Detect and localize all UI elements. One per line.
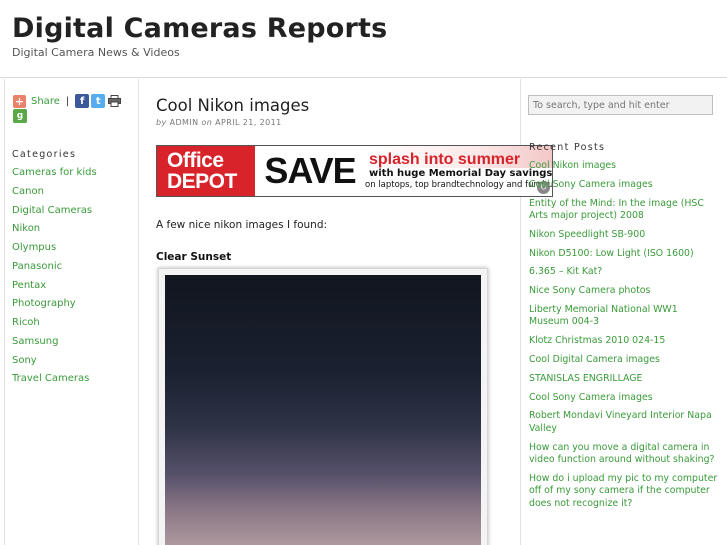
recent-post-link[interactable]: Cool Digital Camera images xyxy=(529,354,719,366)
recent-post-link[interactable]: Nice Sony Camera photos xyxy=(529,285,719,297)
site-title[interactable]: Digital Cameras Reports xyxy=(12,13,387,44)
category-link[interactable]: Pentax xyxy=(12,280,97,299)
ad-laptops-text: on laptops, top brandtechnology and furn… xyxy=(365,180,553,190)
category-link[interactable]: Panasonic xyxy=(12,261,97,280)
category-link[interactable]: Canon xyxy=(12,186,97,205)
post-intro: A few nice nikon images I found: xyxy=(156,219,328,231)
categories-list: Cameras for kids Canon Digital Cameras N… xyxy=(12,167,97,392)
byline-by: by xyxy=(156,118,167,127)
share-link[interactable]: Share xyxy=(31,96,60,107)
ad-brand-logo: Office DEPOT xyxy=(157,146,255,196)
ad-brand-line1: Office xyxy=(167,149,224,172)
category-link[interactable]: Digital Cameras xyxy=(12,205,97,224)
recent-post-link[interactable]: Cool Nikon images xyxy=(529,160,719,172)
recent-post-link[interactable]: 6.365 – Kit Kat? xyxy=(529,266,719,278)
recent-post-link[interactable]: Klotz Christmas 2010 024-15 xyxy=(529,335,719,347)
recent-post-link[interactable]: Liberty Memorial National WW1 Museum 004… xyxy=(529,304,719,329)
photo-frame xyxy=(158,268,488,545)
ad-memorial-text: with huge Memorial Day savings xyxy=(365,168,552,179)
office-depot-ad-banner[interactable]: Office DEPOT SAVE splash into summer wit… xyxy=(156,145,553,197)
recent-post-link[interactable]: How do i upload my pic to my computer of… xyxy=(529,473,719,510)
ad-splash-text: splash into summer xyxy=(369,151,521,168)
category-link[interactable]: Sony xyxy=(12,355,97,374)
category-link[interactable]: Photography xyxy=(12,298,97,317)
category-link[interactable]: Olympus xyxy=(12,242,97,261)
post-date: APRIL 21, 2011 xyxy=(215,118,282,127)
share-plus-icon[interactable]: + xyxy=(13,94,26,108)
recent-post-link[interactable]: Entity of the Mind: In the image (HSC Ar… xyxy=(529,198,719,223)
post-byline: by ADMIN on APRIL 21, 2011 xyxy=(156,118,282,127)
image-caption: Clear Sunset xyxy=(156,251,232,263)
share-separator: | xyxy=(65,95,70,107)
recent-post-link[interactable]: Robert Mondavi Vineyard Interior Napa Va… xyxy=(529,410,719,435)
category-link[interactable]: Samsung xyxy=(12,336,97,355)
site-description: Digital Camera News & Videos xyxy=(12,46,180,59)
google-icon[interactable]: g xyxy=(13,109,27,123)
category-link[interactable]: Ricoh xyxy=(12,317,97,336)
recent-post-link[interactable]: Nikon Speedlight SB-900 xyxy=(529,229,719,241)
post-title[interactable]: Cool Nikon images xyxy=(156,96,309,115)
sunset-photo[interactable] xyxy=(165,275,481,545)
recent-post-link[interactable]: How can you move a digital camera in vid… xyxy=(529,442,719,467)
categories-heading: Categories xyxy=(12,149,77,160)
category-link[interactable]: Cameras for kids xyxy=(12,167,97,186)
post-author[interactable]: ADMIN xyxy=(170,118,199,127)
site-header: Digital Cameras Reports Digital Camera N… xyxy=(0,0,727,78)
recent-post-link[interactable]: Cool Sony Camera images xyxy=(529,392,719,404)
recent-post-link[interactable]: Cool Sony Camera images xyxy=(529,179,719,191)
share-bar: + Share | f t xyxy=(13,94,123,108)
category-link[interactable]: Nikon xyxy=(12,223,97,242)
print-icon[interactable] xyxy=(107,94,121,108)
facebook-icon[interactable]: f xyxy=(75,94,90,108)
search-input[interactable] xyxy=(528,95,713,115)
ad-brand-line2: DEPOT xyxy=(167,170,237,193)
recent-posts-heading: Recent Posts xyxy=(529,142,606,153)
category-link[interactable]: Travel Cameras xyxy=(12,373,97,392)
ad-save-text: SAVE xyxy=(264,150,356,191)
recent-post-link[interactable]: Nikon D5100: Low Light (ISO 1600) xyxy=(529,248,719,260)
byline-on: on xyxy=(201,118,213,127)
recent-posts-list: Cool Nikon images Cool Sony Camera image… xyxy=(529,160,719,516)
ad-copy: splash into summer with huge Memorial Da… xyxy=(365,146,552,196)
twitter-icon[interactable]: t xyxy=(91,94,106,108)
recent-post-link[interactable]: STANISLAS ENGRILLAGE xyxy=(529,373,719,385)
